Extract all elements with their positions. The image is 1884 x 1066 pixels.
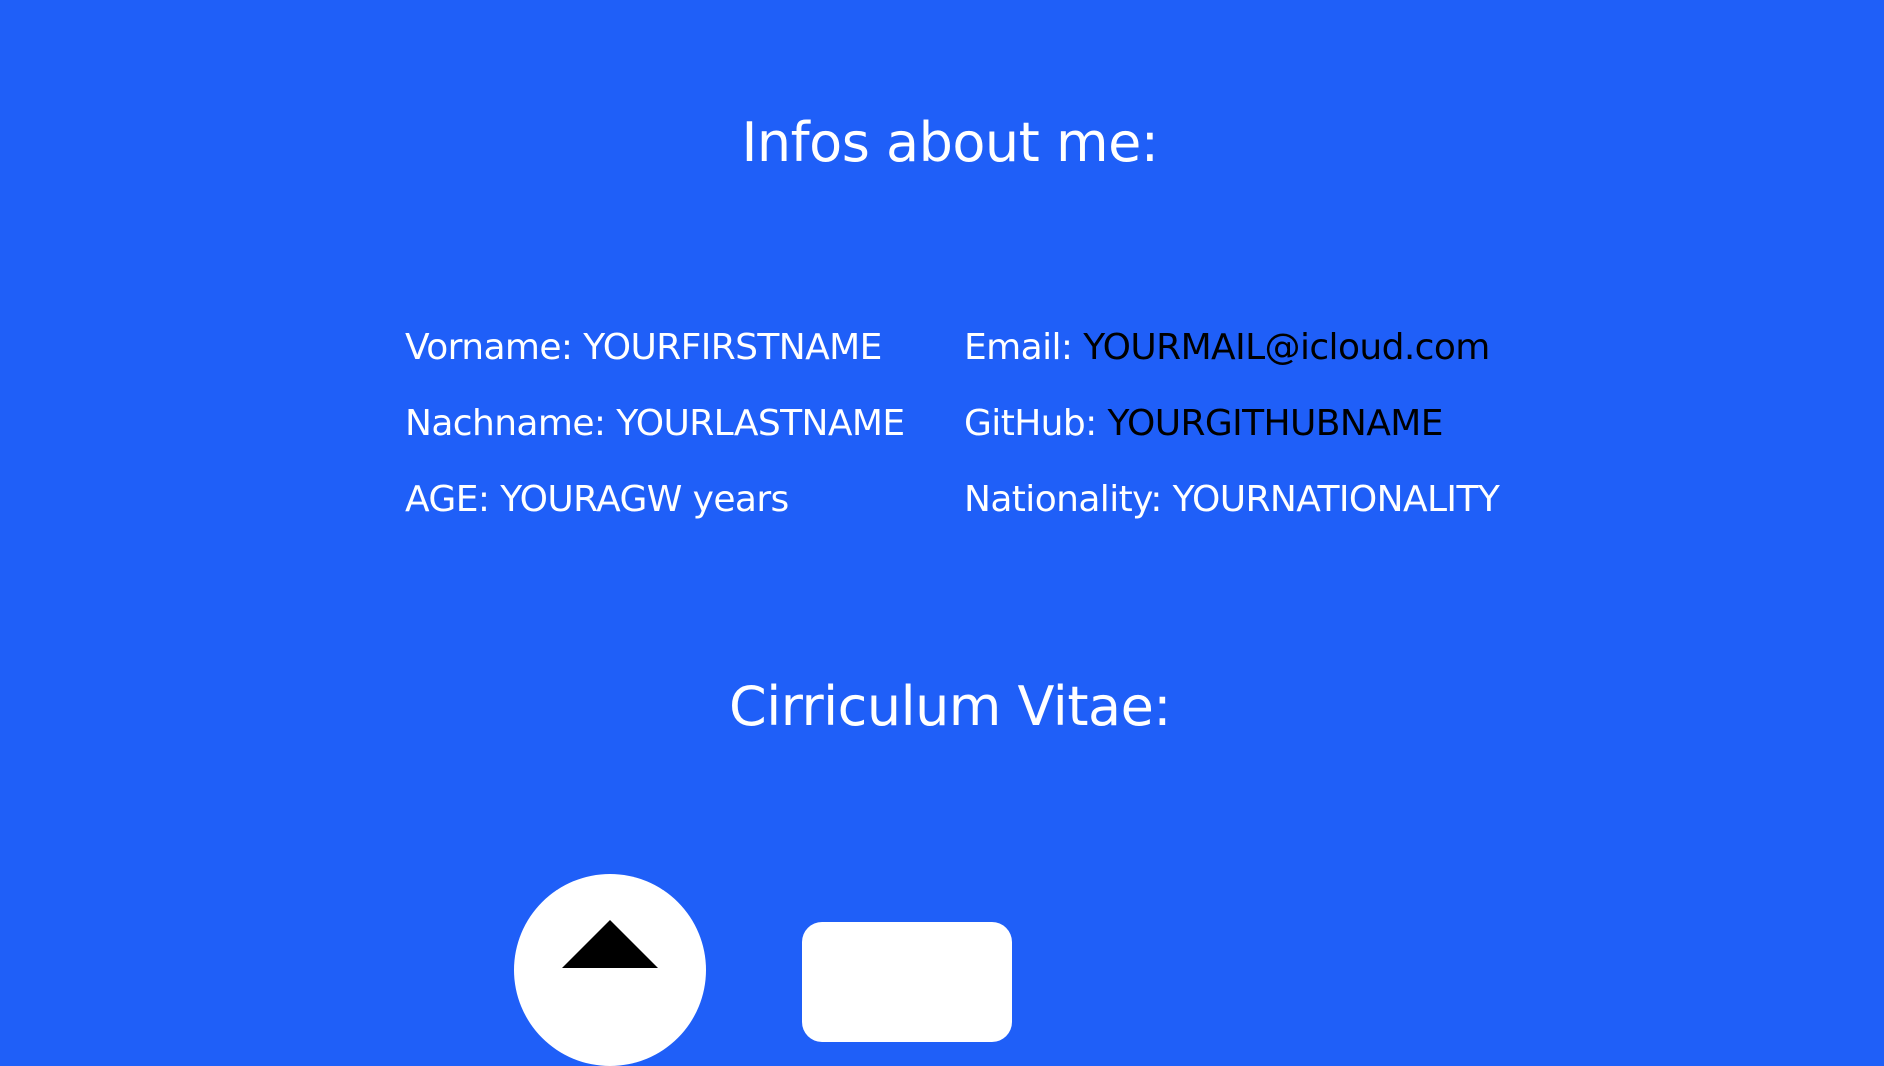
email-label: Email: — [964, 327, 1084, 368]
age-label: AGE: — [405, 479, 501, 520]
nationality-label: Nationality: — [964, 479, 1173, 520]
timeline-card — [802, 922, 1012, 1042]
firstname-label: Vorname: — [405, 327, 584, 368]
age-value: YOURAGW years — [500, 479, 789, 520]
nationality-row: Nationality: YOURNATIONALITY — [964, 478, 1500, 554]
github-link[interactable]: YOURGITHUBNAME — [1108, 403, 1444, 444]
infos-heading: Infos about me: — [741, 111, 1160, 174]
cv-heading: Cirriculum Vitae: — [728, 675, 1172, 738]
nationality-value: YOURNATIONALITY — [1172, 479, 1500, 520]
contact-info-column: Email: YOURMAIL@icloud.com GitHub: YOURG… — [964, 326, 1500, 554]
github-row: GitHub: YOURGITHUBNAME — [964, 402, 1499, 478]
github-label: GitHub: — [964, 403, 1108, 444]
lastname-label: Nachname: — [405, 403, 617, 444]
lastname-row: Nachname: YOURLASTNAME — [405, 402, 905, 478]
firstname-value: YOURFIRSTNAME — [583, 327, 882, 368]
email-link[interactable]: YOURMAIL@icloud.com — [1083, 327, 1490, 368]
up-arrow-icon — [562, 920, 658, 968]
timeline-marker — [514, 874, 706, 1066]
firstname-row: Vorname: YOURFIRSTNAME — [405, 326, 905, 402]
email-row: Email: YOURMAIL@icloud.com — [964, 326, 1499, 402]
personal-info-column: Vorname: YOURFIRSTNAME Nachname: YOURLAS… — [405, 326, 905, 554]
lastname-value: YOURLASTNAME — [616, 403, 905, 444]
age-row: AGE: YOURAGW years — [405, 478, 905, 554]
